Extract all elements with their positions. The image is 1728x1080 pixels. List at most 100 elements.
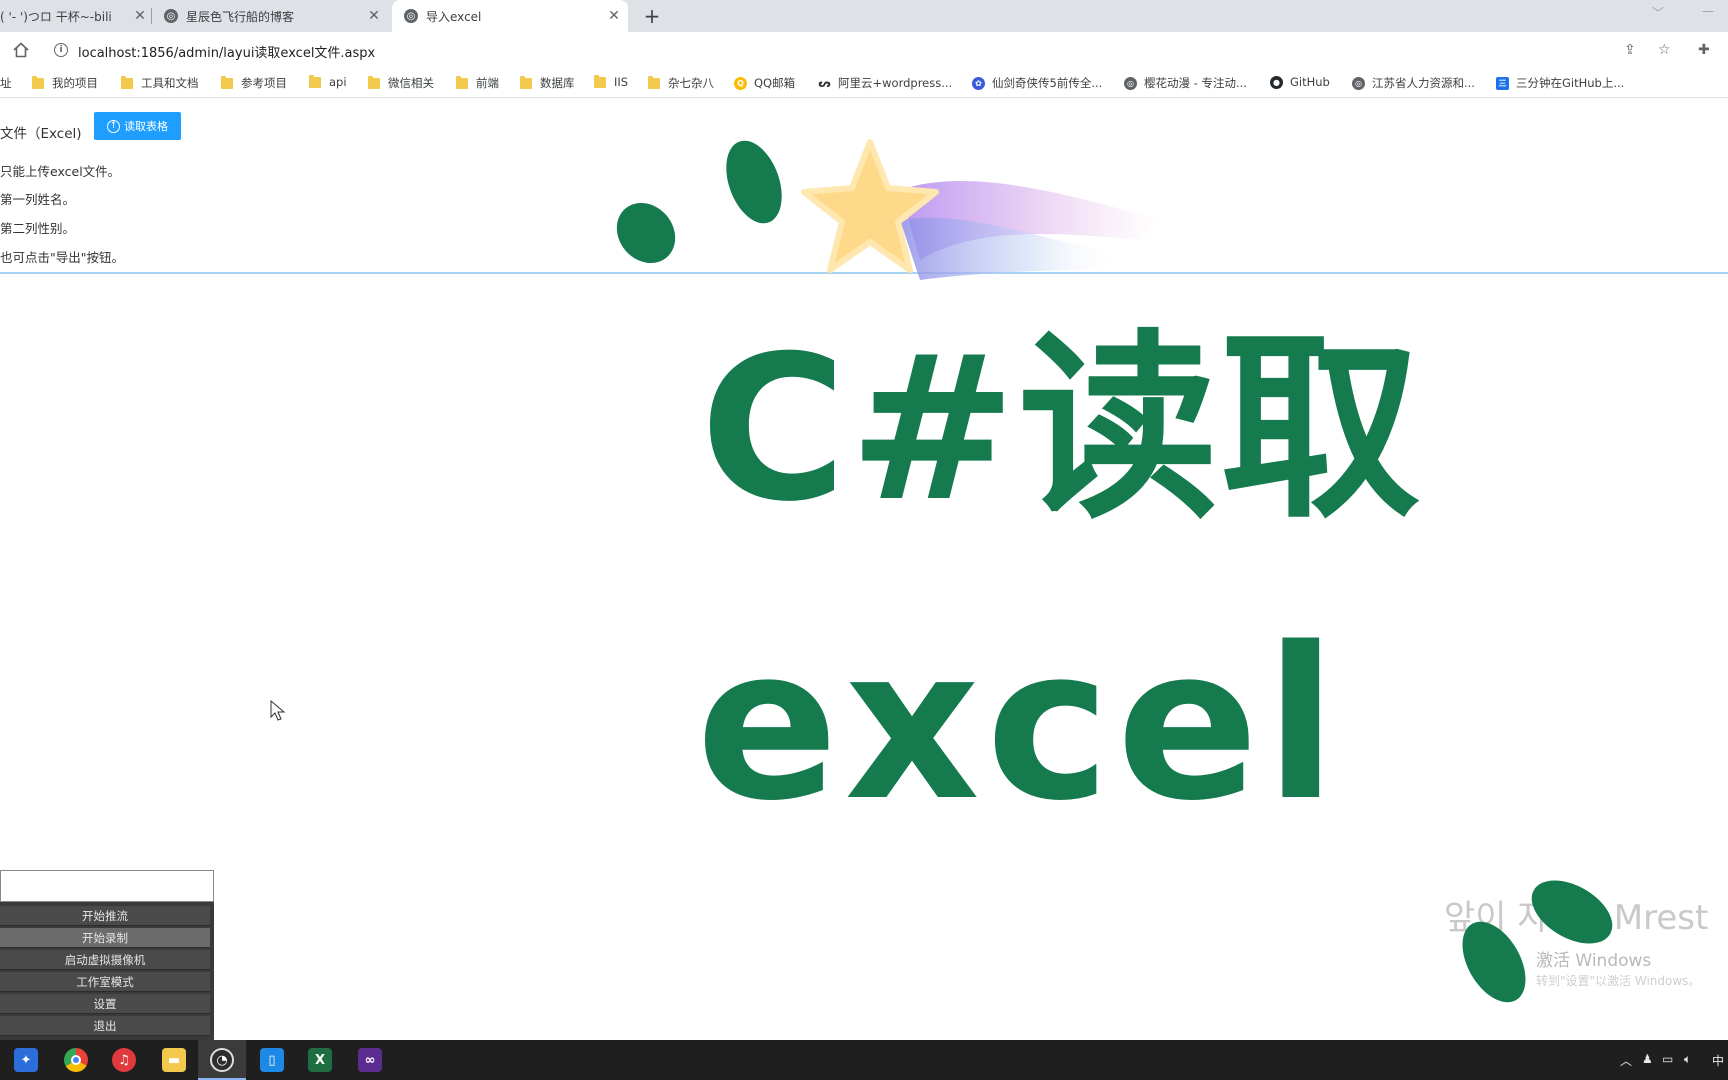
tab-bilibili[interactable]: ( '- ')つロ 干杯~-bili ✕: [0, 0, 148, 32]
obs-studio-mode[interactable]: 工作室模式: [0, 972, 210, 992]
bookmark-folder[interactable]: 我的项目: [32, 75, 98, 91]
extensions-icon[interactable]: ✚: [1698, 42, 1710, 58]
obs-start-streaming[interactable]: 开始推流: [0, 906, 210, 926]
bookmark-folder[interactable]: 工具和文档: [121, 75, 199, 91]
hint-line: 也可点击"导出"按钮。: [0, 250, 124, 265]
site-info-icon[interactable]: i: [54, 43, 68, 57]
screen: ( '- ')つロ 干杯~-bili ✕ ◎ 星辰色飞行船的博客 ✕ ◎ 导入e…: [0, 0, 1728, 1080]
chrome-icon[interactable]: [64, 1048, 88, 1072]
bookmark-label: GitHub: [1290, 75, 1330, 89]
bookmark-item[interactable]: 址: [0, 75, 12, 91]
obs-exit[interactable]: 退出: [0, 1016, 210, 1036]
file-type-label: 文件（Excel): [0, 126, 82, 142]
hint-line: 只能上传excel文件。: [0, 164, 121, 179]
shooting-star-decoration: [616, 139, 1160, 280]
bookmark-folder[interactable]: api: [309, 74, 347, 89]
mouse-pointer-icon: [270, 700, 286, 721]
tray-user-icon[interactable]: ♟: [1642, 1052, 1653, 1066]
browser-toolbar: i localhost:1856/admin/layui读取excel文件.as…: [0, 32, 1728, 68]
globe-icon: ◎: [404, 9, 418, 23]
bookmark-link[interactable]: ◎ 樱花动漫 - 专注动...: [1124, 75, 1247, 91]
share-icon[interactable]: ⇪: [1624, 42, 1636, 58]
close-icon[interactable]: ✕: [132, 8, 148, 24]
bookmark-link[interactable]: ᔕ 阿里云+wordpress...: [818, 75, 952, 91]
folder-icon: [121, 75, 133, 89]
obs-icon[interactable]: ◔: [210, 1048, 234, 1072]
bookmark-label: 数据库: [540, 76, 575, 90]
bookmark-label: api: [329, 75, 347, 89]
close-icon[interactable]: ✕: [366, 8, 382, 24]
bookmark-label: 前端: [476, 76, 499, 90]
bookmark-folder[interactable]: IIS: [594, 74, 628, 89]
github-icon: ●: [1270, 75, 1283, 89]
folder-icon: [309, 74, 321, 88]
bookmark-label: 址: [0, 76, 12, 90]
overlay-title-line1: C#读取: [700, 313, 1423, 546]
hint-line: 第一列姓名。: [0, 192, 76, 207]
bookmark-folder[interactable]: 微信相关: [368, 75, 434, 91]
bookmark-link[interactable]: 三 三分钟在GitHub上...: [1496, 75, 1624, 91]
bookmark-label: 参考项目: [241, 76, 287, 90]
bookmark-star-icon[interactable]: ☆: [1658, 42, 1671, 58]
bookmark-link[interactable]: ◎ 江苏省人力资源和...: [1352, 75, 1475, 91]
excel-icon[interactable]: X: [308, 1048, 332, 1072]
bookmark-label: 微信相关: [388, 76, 434, 90]
tab-blog[interactable]: ◎ 星辰色飞行船的博客 ✕: [160, 0, 388, 32]
minimize-icon[interactable]: —: [1702, 4, 1714, 18]
phone-app-icon[interactable]: ▯: [260, 1048, 284, 1072]
folder-icon: [520, 75, 532, 89]
folder-icon: [221, 75, 233, 89]
folder-icon: [594, 74, 606, 88]
ime-indicator[interactable]: 中: [1712, 1052, 1724, 1069]
obs-start-recording[interactable]: 开始录制: [0, 928, 210, 948]
aliyun-icon: ᔕ: [818, 76, 831, 90]
bookmark-label: 樱花动漫 - 专注动...: [1144, 76, 1247, 90]
pinned-app-icon[interactable]: ✦: [14, 1048, 38, 1072]
bookmarks-bar: 址 我的项目 工具和文档 参考项目 api 微信相关 前端 数据库 IIS 杂七…: [0, 68, 1728, 98]
overlay-title-line2: excel: [696, 602, 1343, 847]
bookmark-link[interactable]: ● GitHub: [1270, 75, 1330, 89]
tab-title: 导入excel: [426, 9, 482, 24]
bookmark-folder[interactable]: 数据库: [520, 75, 575, 91]
bookmark-label: 阿里云+wordpress...: [838, 76, 953, 90]
close-icon[interactable]: ✕: [606, 8, 622, 24]
obs-start-virtual-camera[interactable]: 启动虚拟摄像机: [0, 950, 210, 970]
tray-chevron-up-icon[interactable]: ︿: [1620, 1052, 1632, 1069]
tray-volume-icon[interactable]: 🔈︎: [1684, 1052, 1691, 1067]
chevron-down-icon[interactable]: ﹀: [1652, 4, 1664, 21]
address-bar[interactable]: localhost:1856/admin/layui读取excel文件.aspx: [78, 42, 375, 61]
bookmark-label: 仙剑奇侠传5前传全...: [992, 76, 1103, 90]
bookmark-label: 三分钟在GitHub上...: [1516, 76, 1625, 90]
netease-music-icon[interactable]: ♫: [112, 1048, 136, 1072]
file-explorer-icon[interactable]: ▬: [162, 1048, 186, 1072]
bookmark-label: 我的项目: [52, 76, 98, 90]
paw-icon: ✿: [972, 76, 985, 90]
bookmark-label: 工具和文档: [141, 76, 199, 90]
new-tab-button[interactable]: +: [640, 0, 664, 32]
leaf-decoration: [1462, 880, 1613, 1003]
home-icon[interactable]: [12, 41, 30, 59]
globe-icon: ◎: [164, 9, 178, 23]
visual-studio-icon[interactable]: ∞: [358, 1048, 382, 1072]
bookmark-folder[interactable]: 参考项目: [221, 75, 287, 91]
upload-icon: ↑: [107, 119, 120, 133]
folder-icon: [32, 75, 44, 89]
read-table-button[interactable]: ↑ 读取表格: [94, 112, 181, 140]
bookmark-folder[interactable]: 前端: [456, 75, 499, 91]
taskbar: ✦ ♫ ▬ ◔ ▯ X ∞ ︿ ♟ ▭ 🔈︎ 中: [0, 1040, 1728, 1080]
qq-mail-icon: Q: [734, 76, 747, 90]
bookmark-label: 杂七杂八: [668, 76, 714, 90]
hint-line: 第二列性别。: [0, 221, 76, 236]
bookmark-label: QQ邮箱: [754, 76, 796, 90]
globe-icon: ◎: [1352, 76, 1365, 90]
tab-import-excel[interactable]: ◎ 导入excel ✕: [392, 0, 628, 32]
obs-settings[interactable]: 设置: [0, 994, 210, 1014]
bookmark-label: 江苏省人力资源和...: [1372, 76, 1475, 90]
tray-network-icon[interactable]: ▭: [1662, 1052, 1673, 1066]
bookmark-link[interactable]: Q QQ邮箱: [734, 75, 795, 91]
bookmark-folder[interactable]: 杂七杂八: [648, 75, 714, 91]
bookmark-link[interactable]: ✿ 仙剑奇侠传5前传全...: [972, 75, 1102, 91]
read-table-label: 读取表格: [124, 120, 168, 133]
obs-search-input[interactable]: [0, 870, 214, 902]
obs-tray-menu: 开始推流 开始录制 启动虚拟摄像机 工作室模式 设置 退出: [0, 870, 214, 1040]
